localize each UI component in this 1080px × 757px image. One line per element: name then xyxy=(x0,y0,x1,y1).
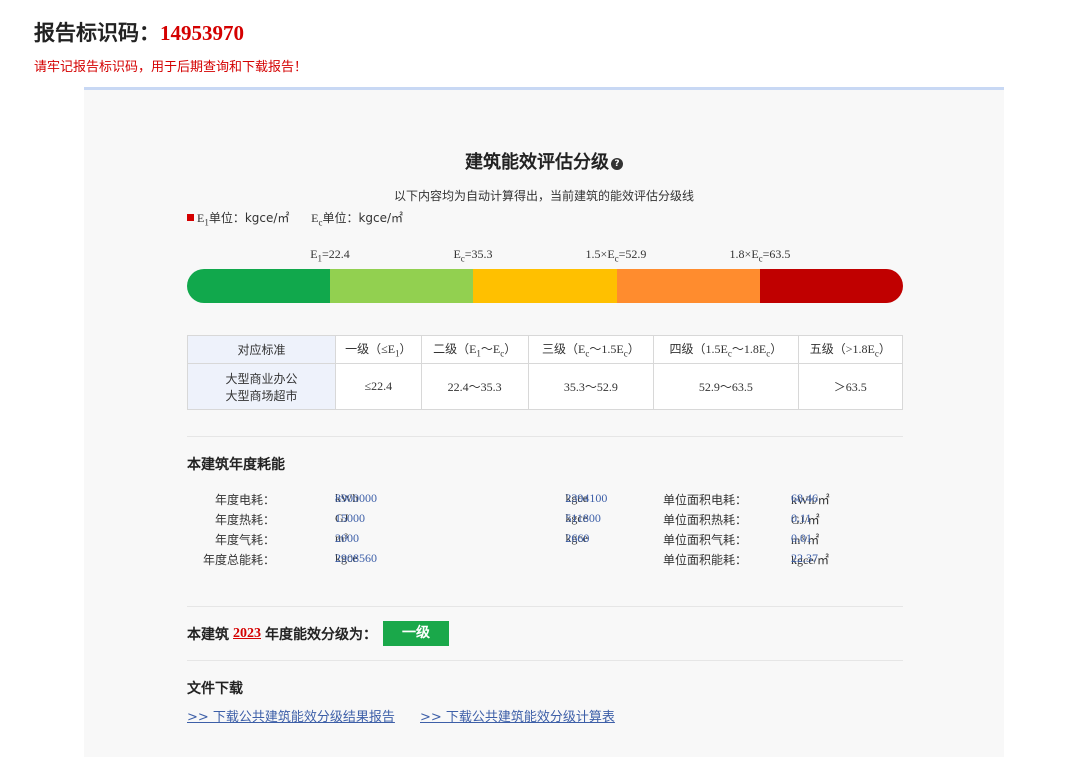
energy-value: 2000 m³ xyxy=(335,531,359,545)
area-label: 单位面积气耗： xyxy=(662,533,747,547)
evaluation-panel: 建筑能效评估分级? 以下内容均为自动计算得出，当前建筑的能效评估分级线 E1单位… xyxy=(84,87,1004,757)
energy-kgce: 511800 kgce xyxy=(565,511,601,525)
table-header-cell: 二级（E1～Ec） xyxy=(420,335,529,364)
grade5-value: ＞63.5 xyxy=(797,363,904,410)
grade-result: 本建筑 2023 年度能效分级为： 一级 xyxy=(187,621,449,646)
grade-segment-2 xyxy=(330,269,474,303)
annual-energy-title: 本建筑年度耗能 xyxy=(187,457,285,473)
energy-row: 年度气耗： 2000 m³ 2660 kgce 单位面积气耗： 0.01 m³/㎡ xyxy=(187,531,903,551)
grade4-value: 52.9～63.5 xyxy=(653,363,799,410)
area-label: 单位面积电耗： xyxy=(662,493,747,507)
unit-legend: E1单位：kgce/㎡ Ec单位：kgce/㎡ xyxy=(187,209,403,227)
energy-value: 2908560 kgce xyxy=(335,551,377,565)
grade-year: 2023 xyxy=(233,625,261,641)
table-header-cell: 对应标准 xyxy=(187,335,336,364)
energy-label: 年度总能耗： xyxy=(202,553,275,567)
grade-segment-4 xyxy=(616,269,760,303)
panel-title: 建筑能效评估分级? xyxy=(84,148,1004,174)
energy-row: 年度热耗： 15000 GJ 511800 kgce 单位面积热耗： 0.11 GJ/㎡ xyxy=(187,511,903,531)
energy-value: 15000 GJ xyxy=(335,511,365,525)
panel-title-text: 建筑能效评估分级 xyxy=(465,152,609,173)
grade1-value: ≤22.4 xyxy=(335,363,422,410)
grade-standard-table: 对应标准 一级（≤E1） 二级（E1～Ec） 三级（Ec～1.5Ec） 四级（1.5Ec… xyxy=(187,335,904,410)
grade-segment-3 xyxy=(473,269,617,303)
threshold-label: E1=22.4 xyxy=(310,247,350,264)
energy-label: 年度气耗： xyxy=(214,533,275,547)
report-header: 报告标识码：14953970 xyxy=(34,18,244,48)
area-label: 单位面积能耗： xyxy=(662,553,747,567)
grade-color-bar xyxy=(187,269,903,303)
report-warning: 请牢记报告标识码，用于后期查询和下载报告！ xyxy=(34,60,308,75)
table-header-cell: 四级（1.5Ec～1.8Ec） xyxy=(653,335,799,364)
report-code: 14953970 xyxy=(160,21,244,45)
energy-value: 8900000 kWh xyxy=(335,491,377,505)
area-value: 0.11 GJ/㎡ xyxy=(791,511,820,527)
table-row: 大型商业办公 大型商场超市 ≤22.4 22.4～35.3 35.3～52.9 … xyxy=(187,363,904,410)
energy-row: 年度电耗： 8900000 kWh 2394100 kgce 单位面积电耗： 68.46… xyxy=(187,491,903,511)
area-value: 0.01 m³/㎡ xyxy=(791,531,820,547)
threshold-label: Ec=35.3 xyxy=(453,247,493,264)
area-value: 68.46 kWh/㎡ xyxy=(791,491,830,507)
download-report-link[interactable]: >> 下载公共建筑能效分级结果报告 xyxy=(187,706,395,725)
download-calc-sheet-link[interactable]: >> 下载公共建筑能效分级计算表 xyxy=(420,706,615,725)
panel-subtitle: 以下内容均为自动计算得出，当前建筑的能效评估分级线 xyxy=(393,189,694,203)
report-code-label: 报告标识码： xyxy=(34,21,160,45)
energy-row: 年度总能耗： 2908560 kgce 单位面积能耗： 22.37 kgce/㎡ xyxy=(187,551,903,571)
grade-segment-1 xyxy=(187,269,331,303)
divider xyxy=(187,436,903,437)
table-header-cell: 一级（≤E1） xyxy=(335,335,422,364)
energy-label: 年度热耗： xyxy=(214,513,275,527)
threshold-label: 1.8×Ec=63.5 xyxy=(729,247,791,264)
downloads-title: 文件下载 xyxy=(187,681,243,697)
table-header-cell: 五级（>1.8Ec） xyxy=(797,335,904,364)
help-icon[interactable]: ? xyxy=(611,158,623,170)
table-row-label: 大型商业办公 大型商场超市 xyxy=(187,363,336,410)
energy-kgce: 2394100 kgce xyxy=(565,491,608,505)
divider xyxy=(187,660,903,661)
threshold-label: 1.5×Ec=52.9 xyxy=(585,247,647,264)
divider xyxy=(187,606,903,607)
energy-label: 年度电耗： xyxy=(214,493,275,507)
threshold-labels: E1=22.4 Ec=35.3 1.5×Ec=52.9 1.8×Ec=63.5 xyxy=(187,247,903,267)
table-header-cell: 三级（Ec～1.5Ec） xyxy=(527,335,655,364)
grade-segment-5 xyxy=(759,269,903,303)
energy-kgce: 2660 kgce xyxy=(565,531,590,545)
grade-badge: 一级 xyxy=(383,621,449,646)
area-value: 22.37 kgce/㎡ xyxy=(791,551,829,567)
legend-marker-icon xyxy=(187,214,194,221)
area-label: 单位面积热耗： xyxy=(662,513,747,527)
grade3-value: 35.3～52.9 xyxy=(527,363,655,410)
grade2-value: 22.4～35.3 xyxy=(420,363,529,410)
table-header-row: 对应标准 一级（≤E1） 二级（E1～Ec） 三级（Ec～1.5Ec） 四级（1.5Ec… xyxy=(187,335,904,364)
